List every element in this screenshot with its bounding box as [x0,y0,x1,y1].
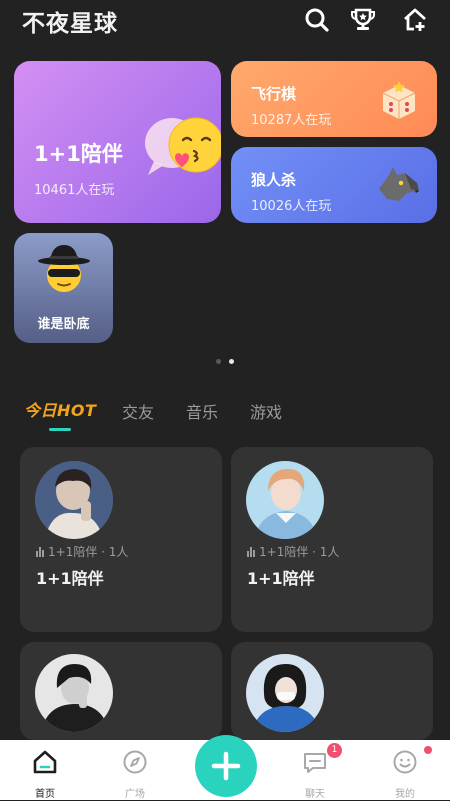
banner-count: 10026人在玩 [251,199,332,214]
plus-icon [211,751,241,781]
avatar[interactable] [35,461,113,539]
tab-games[interactable]: 游戏 [250,399,282,423]
room-card[interactable]: 1+1陪伴 · 1人 1+1陪伴 [231,447,433,632]
nav-profile[interactable]: 我的 [360,740,450,800]
search-icon[interactable] [303,6,331,34]
room-card[interactable]: 1+1陪伴 · 1人 1+1陪伴 [20,447,222,632]
chat-icon [304,753,326,773]
banner-card-werewolf[interactable]: 狼人杀 10026人在玩 [231,147,437,223]
avatar[interactable] [35,654,113,732]
smiley-icon [393,750,417,774]
banner-title: 1+1陪伴 [34,142,123,166]
room-meta-text: 1+1陪伴 · 1人 [259,545,340,559]
chat-bubble-icon [134,105,221,185]
banner-title: 谁是卧底 [37,317,90,332]
nav-label: 聊天 [305,789,325,800]
audio-bars-icon [247,546,255,557]
wolf-icon [375,165,421,205]
banner-card-ludo[interactable]: 飞行棋 10287人在玩 [231,61,437,137]
room-card[interactable] [20,642,222,740]
banner-count: 10461人在玩 [34,183,115,198]
trophy-icon[interactable] [349,6,377,34]
top-bar: 不夜星球 [0,0,450,44]
nav-home[interactable]: 首页 [0,740,90,800]
carousel-dot-active[interactable] [229,359,234,364]
app-title: 不夜星球 [22,11,118,37]
carousel-indicator [0,359,450,367]
room-title: 1+1陪伴 [36,569,104,588]
nav-chat[interactable]: 1 聊天 [270,740,360,800]
banner-card-companion[interactable]: 1+1陪伴 10461人在玩 [14,61,221,223]
nav-square[interactable]: 广场 [90,740,180,800]
category-tabs: 今日HOT 交友 音乐 游戏 [0,395,450,435]
spy-icon [36,241,92,297]
banner-title: 飞行棋 [251,85,297,103]
nav-label: 首页 [35,789,55,800]
nav-label: 我的 [395,789,415,800]
home-plus-icon[interactable] [401,6,429,34]
room-meta-text: 1+1陪伴 · 1人 [48,545,129,559]
banner-card-spy[interactable]: 谁是卧底 [14,233,113,343]
compass-icon [123,750,147,774]
home-icon [33,750,57,774]
nav-label: 广场 [125,789,145,800]
room-card[interactable] [231,642,433,740]
room-meta: 1+1陪伴 · 1人 [247,543,339,560]
avatar[interactable] [246,461,324,539]
room-meta: 1+1陪伴 · 1人 [36,543,128,560]
tab-today-hot[interactable]: 今日HOT [24,397,96,421]
banner-count: 10287人在玩 [251,113,332,128]
dice-icon [377,79,421,123]
carousel-dot[interactable] [216,359,221,364]
tab-friends[interactable]: 交友 [122,399,154,423]
active-tab-indicator [49,428,71,431]
create-room-button[interactable] [195,735,257,797]
profile-notification-dot [424,746,432,754]
tab-music[interactable]: 音乐 [186,399,218,423]
chat-badge: 1 [327,743,342,758]
avatar[interactable] [246,654,324,732]
audio-bars-icon [36,546,44,557]
banner-title: 狼人杀 [251,171,297,189]
room-title: 1+1陪伴 [247,569,315,588]
